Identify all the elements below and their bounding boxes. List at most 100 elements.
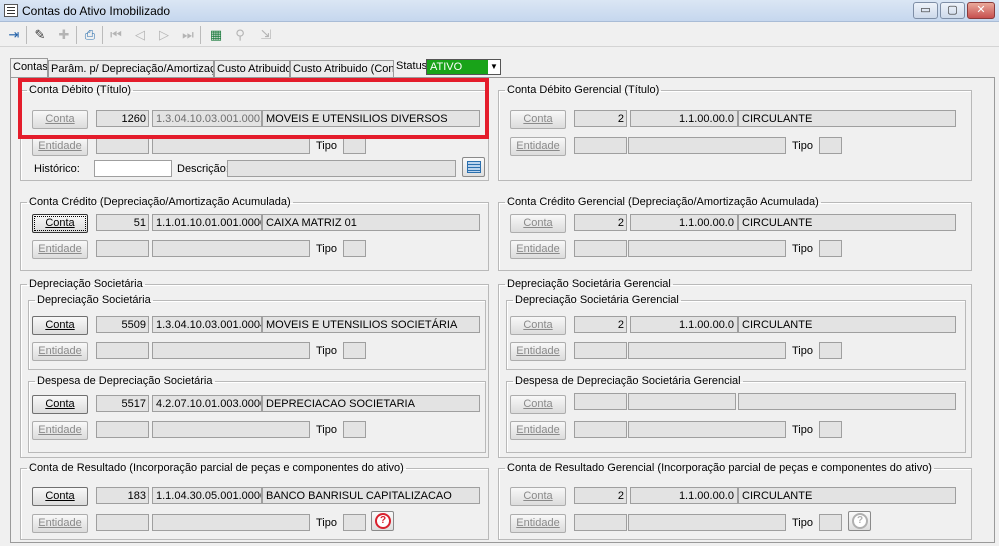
tipo-field[interactable]: [819, 514, 842, 531]
entidade-code-field[interactable]: [96, 240, 149, 257]
account-code-field[interactable]: 5517: [96, 395, 149, 412]
account-number-field[interactable]: 1.1.00.00.0: [630, 214, 738, 231]
entidade-code-field[interactable]: [574, 240, 627, 257]
entidade-code-field[interactable]: [96, 137, 149, 154]
grid-icon[interactable]: ▦: [206, 25, 226, 45]
entidade-name-field[interactable]: [628, 342, 786, 359]
entidade-name-field[interactable]: [152, 421, 310, 438]
help-button[interactable]: ?: [371, 511, 394, 531]
account-name-field[interactable]: MOVEIS E UTENSILIOS DIVERSOS: [262, 110, 480, 127]
eraser-icon[interactable]: ✎: [30, 25, 50, 45]
account-code-field[interactable]: 51: [96, 214, 149, 231]
account-name-field[interactable]: CIRCULANTE: [738, 110, 956, 127]
account-number-field[interactable]: 1.1.04.30.05.001.0000: [152, 487, 262, 504]
tipo-field[interactable]: [819, 240, 842, 257]
conta-button[interactable]: Conta: [510, 395, 566, 414]
entidade-code-field[interactable]: [574, 137, 627, 154]
account-name-field[interactable]: MOVEIS E UTENSILIOS SOCIETÁRIA: [262, 316, 480, 333]
conta-button[interactable]: Conta: [32, 487, 88, 506]
last-icon[interactable]: ⏭: [178, 25, 198, 45]
export-icon[interactable]: ⇲: [256, 25, 276, 45]
entidade-button[interactable]: Entidade: [32, 137, 88, 156]
tipo-field[interactable]: [343, 137, 366, 154]
account-name-field[interactable]: BANCO BANRISUL CAPITALIZACAO: [262, 487, 480, 504]
maximize-button[interactable]: ▢: [940, 2, 965, 19]
account-code-field[interactable]: [574, 393, 627, 410]
entidade-code-field[interactable]: [96, 421, 149, 438]
entidade-name-field[interactable]: [152, 342, 310, 359]
entidade-name-field[interactable]: [628, 514, 786, 531]
help-button[interactable]: ?: [848, 511, 871, 531]
account-number-field[interactable]: [628, 393, 736, 410]
account-code-field[interactable]: 2: [574, 316, 627, 333]
conta-button[interactable]: Conta: [510, 487, 566, 506]
minimize-button[interactable]: ▭: [913, 2, 938, 19]
conta-button[interactable]: Conta: [510, 110, 566, 129]
account-number-field[interactable]: 1.3.04.10.03.001.0004: [152, 316, 262, 333]
entidade-button[interactable]: Entidade: [510, 137, 566, 156]
account-number-field[interactable]: 1.1.01.10.01.001.0000: [152, 214, 262, 231]
account-code-field[interactable]: 183: [96, 487, 149, 504]
entidade-name-field[interactable]: [152, 240, 310, 257]
entidade-code-field[interactable]: [96, 342, 149, 359]
account-number-field[interactable]: 1.3.04.10.03.001.0001: [152, 110, 262, 127]
account-code-field[interactable]: 5509: [96, 316, 149, 333]
account-code-field[interactable]: 2: [574, 110, 627, 127]
account-code-field[interactable]: 2: [574, 214, 627, 231]
tab-custo-atribuido-cont[interactable]: Custo Atribuido (Cont.): [290, 60, 394, 78]
conta-button[interactable]: Conta: [32, 395, 88, 414]
entidade-code-field[interactable]: [574, 421, 627, 438]
tab-contas[interactable]: Contas: [10, 58, 48, 78]
entidade-name-field[interactable]: [628, 240, 786, 257]
print-icon[interactable]: ⎙: [80, 25, 100, 45]
entidade-name-field[interactable]: [152, 137, 310, 154]
new-icon[interactable]: ✚: [54, 25, 74, 45]
tipo-field[interactable]: [819, 421, 842, 438]
conta-button[interactable]: Conta: [32, 214, 88, 233]
account-number-field[interactable]: 1.1.00.00.0: [630, 487, 738, 504]
status-select[interactable]: ATIVO ▼: [426, 59, 501, 75]
account-number-field[interactable]: 1.1.00.00.0: [630, 316, 738, 333]
tipo-field[interactable]: [819, 342, 842, 359]
entidade-button[interactable]: Entidade: [32, 514, 88, 533]
tab-custo-atribuido[interactable]: Custo Atribuido: [214, 60, 290, 78]
entidade-name-field[interactable]: [628, 421, 786, 438]
account-name-field[interactable]: [738, 393, 956, 410]
tab-parametros-depreciacao[interactable]: Parâm. p/ Depreciação/Amortização: [48, 60, 214, 78]
entidade-code-field[interactable]: [96, 514, 149, 531]
tipo-field[interactable]: [343, 240, 366, 257]
entidade-button[interactable]: Entidade: [32, 240, 88, 259]
entidade-button[interactable]: Entidade: [510, 342, 566, 361]
close-button[interactable]: ✕: [967, 2, 995, 19]
tipo-field[interactable]: [343, 421, 366, 438]
descricao-field[interactable]: [227, 160, 456, 177]
entidade-button[interactable]: Entidade: [32, 342, 88, 361]
entidade-code-field[interactable]: [574, 514, 627, 531]
entidade-button[interactable]: Entidade: [510, 240, 566, 259]
conta-button[interactable]: Conta: [510, 316, 566, 335]
entidade-name-field[interactable]: [152, 514, 310, 531]
entidade-button[interactable]: Entidade: [32, 421, 88, 440]
first-icon[interactable]: ⏮: [106, 25, 126, 45]
entidade-name-field[interactable]: [628, 137, 786, 154]
account-number-field[interactable]: 1.1.00.00.0: [630, 110, 738, 127]
conta-button[interactable]: Conta: [32, 110, 88, 129]
entidade-button[interactable]: Entidade: [510, 421, 566, 440]
historico-input[interactable]: [94, 160, 172, 177]
tipo-field[interactable]: [343, 342, 366, 359]
account-number-field[interactable]: 4.2.07.10.01.003.0000: [152, 395, 262, 412]
conta-button[interactable]: Conta: [32, 316, 88, 335]
conta-button[interactable]: Conta: [510, 214, 566, 233]
account-code-field[interactable]: 2: [574, 487, 627, 504]
prev-icon[interactable]: ◁: [130, 25, 150, 45]
account-name-field[interactable]: CIRCULANTE: [738, 316, 956, 333]
account-name-field[interactable]: CAIXA MATRIZ 01: [262, 214, 480, 231]
tipo-field[interactable]: [819, 137, 842, 154]
account-name-field[interactable]: CIRCULANTE: [738, 487, 956, 504]
historico-lookup-button[interactable]: [462, 157, 485, 177]
entidade-code-field[interactable]: [574, 342, 627, 359]
tipo-field[interactable]: [343, 514, 366, 531]
account-name-field[interactable]: CIRCULANTE: [738, 214, 956, 231]
account-name-field[interactable]: DEPRECIACAO SOCIETARIA: [262, 395, 480, 412]
filter-icon[interactable]: ⚲: [230, 25, 250, 45]
